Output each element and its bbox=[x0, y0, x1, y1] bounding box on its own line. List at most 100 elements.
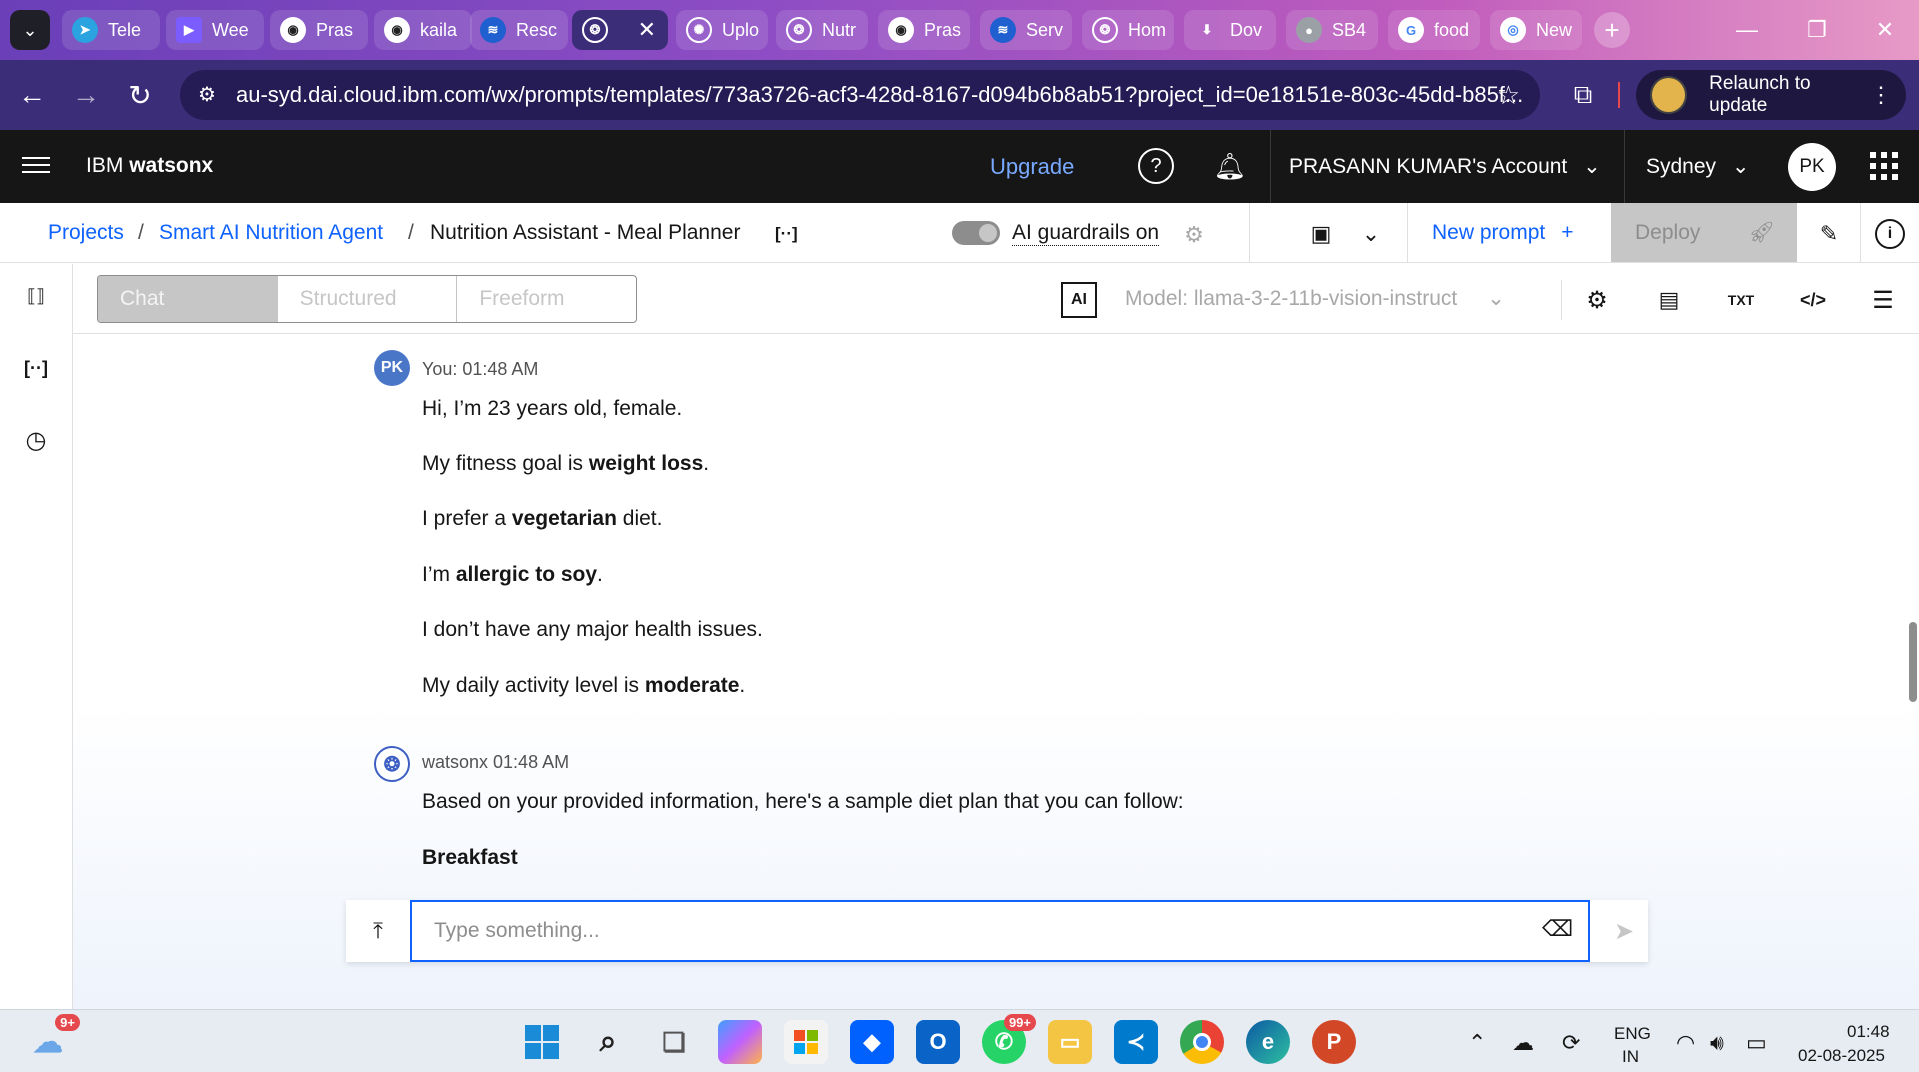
powerpoint-icon[interactable]: P bbox=[1312, 1020, 1356, 1064]
scrollbar-thumb[interactable] bbox=[1909, 622, 1917, 702]
chat-scrollbar[interactable] bbox=[1905, 334, 1919, 894]
edge-icon[interactable]: e bbox=[1246, 1020, 1290, 1064]
code-view-icon[interactable]: </> bbox=[1795, 284, 1831, 316]
guardrails-label[interactable]: AI guardrails on bbox=[1012, 221, 1160, 246]
mode-freeform[interactable]: Freeform bbox=[457, 276, 636, 322]
new-prompt-button[interactable]: New prompt + bbox=[1432, 221, 1573, 245]
tab-search-dropdown[interactable]: ⌄ bbox=[10, 10, 50, 50]
user-avatar[interactable]: PK bbox=[1788, 143, 1836, 191]
browser-tab[interactable]: ❂ Hom bbox=[1082, 10, 1174, 50]
mode-structured[interactable]: Structured bbox=[278, 276, 458, 322]
browser-tab[interactable]: ● SB4 bbox=[1286, 10, 1378, 50]
history-clock-icon[interactable]: ◷ bbox=[20, 424, 52, 456]
vscode-icon[interactable]: ≺ bbox=[1114, 1020, 1158, 1064]
browser-tab[interactable]: ➤ Tele bbox=[62, 10, 160, 50]
info-icon[interactable]: i bbox=[1875, 219, 1905, 249]
guardrails-settings-icon[interactable]: ⚙ bbox=[1180, 221, 1208, 249]
reload-button[interactable]: ↻ bbox=[122, 77, 158, 113]
onedrive-icon[interactable]: ☁ bbox=[1512, 1030, 1534, 1056]
bookmark-star-icon[interactable]: ☆ bbox=[1497, 80, 1520, 111]
site-settings-icon[interactable]: ⚙ bbox=[198, 82, 224, 108]
edit-icon[interactable]: ✎ bbox=[1814, 219, 1844, 249]
chrome-icon[interactable] bbox=[1180, 1020, 1224, 1064]
whatsapp-icon[interactable]: ✆ 99+ bbox=[982, 1014, 1036, 1064]
txt-view-icon[interactable]: TXT bbox=[1723, 284, 1759, 316]
save-icon[interactable]: ▣ bbox=[1306, 219, 1336, 249]
browser-tab[interactable]: ✺ Uplo bbox=[676, 10, 768, 50]
breadcrumb-projects[interactable]: Projects bbox=[48, 221, 124, 245]
breadcrumb-project[interactable]: Smart AI Nutrition Agent bbox=[159, 221, 383, 245]
model-selector[interactable]: Model: llama-3-2-11b-vision-instruct ⌄ bbox=[1125, 286, 1505, 311]
browser-tab-active[interactable]: ❂ ✕ bbox=[572, 10, 668, 50]
outlook-icon[interactable]: O bbox=[916, 1020, 960, 1064]
send-button[interactable]: ➤ bbox=[1600, 900, 1648, 962]
browser-tab[interactable]: ≋ Resc bbox=[470, 10, 568, 50]
search-icon[interactable]: ⌕ bbox=[586, 1020, 630, 1064]
deploy-button[interactable]: Deploy 🚀︎ bbox=[1611, 203, 1797, 262]
forward-button[interactable]: → bbox=[68, 77, 104, 113]
weather-icon[interactable]: ☁ 9+ bbox=[26, 1014, 80, 1064]
browser-tab[interactable]: ◉ Pras bbox=[270, 10, 368, 50]
browser-tab[interactable]: ◎ New bbox=[1490, 10, 1582, 50]
wifi-icon[interactable]: ◠ bbox=[1676, 1030, 1695, 1056]
restore-button[interactable]: ❐ bbox=[1792, 10, 1842, 50]
menu-dots-icon[interactable]: ⋮ bbox=[1870, 82, 1892, 108]
clear-input-icon[interactable]: ⌫ bbox=[1542, 916, 1573, 942]
guardrails-toggle[interactable] bbox=[952, 221, 1000, 245]
show-hidden-icons-chevron[interactable]: ⌃ bbox=[1468, 1030, 1486, 1056]
hamburger-menu-icon[interactable] bbox=[22, 152, 50, 180]
prompt-variables-icon[interactable]: [··] bbox=[20, 352, 52, 384]
prompt-variables-icon[interactable]: [··] bbox=[775, 224, 798, 244]
notification-bell-icon[interactable]: 🔔︎ bbox=[1212, 148, 1248, 184]
address-bar[interactable]: ⚙ au-syd.dai.cloud.ibm.com/wx/prompts/te… bbox=[180, 70, 1540, 120]
user-message-meta: You: 01:48 AM bbox=[422, 359, 539, 379]
app-switcher-icon[interactable] bbox=[1870, 152, 1898, 180]
help-icon[interactable]: ? bbox=[1138, 148, 1174, 184]
breadcrumb-bar: Projects / Smart AI Nutrition Agent / Nu… bbox=[0, 203, 1919, 263]
start-menu-icon[interactable] bbox=[520, 1020, 564, 1064]
back-button[interactable]: ← bbox=[14, 77, 50, 113]
chevron-down-icon[interactable]: ⌄ bbox=[1356, 219, 1386, 249]
account-switcher[interactable]: PRASANN KUMAR's Account ⌄ bbox=[1289, 154, 1601, 179]
browser-tab[interactable]: ⬇ Dov bbox=[1184, 10, 1276, 50]
settings-sliders-icon[interactable]: ☰ bbox=[1867, 284, 1899, 316]
minimize-button[interactable]: — bbox=[1722, 10, 1772, 50]
close-window-button[interactable]: ✕ bbox=[1860, 10, 1910, 50]
browser-tab[interactable]: ◉ Pras bbox=[878, 10, 970, 50]
upload-icon[interactable]: ⤒ bbox=[346, 900, 410, 962]
new-tab-button[interactable]: + bbox=[1594, 12, 1630, 48]
clock-date[interactable]: 02-08-2025 bbox=[1798, 1046, 1885, 1066]
plus-icon: + bbox=[1604, 14, 1620, 45]
browser-tab[interactable]: ❂ Nutr bbox=[776, 10, 868, 50]
volume-icon[interactable]: 🔊︎ bbox=[1710, 1030, 1724, 1056]
dropbox-icon[interactable]: ◆ bbox=[850, 1020, 894, 1064]
documents-icon[interactable]: ▤ bbox=[1653, 284, 1685, 316]
language-indicator[interactable]: ENG bbox=[1614, 1024, 1651, 1044]
brand-title[interactable]: IBM watsonx bbox=[86, 154, 213, 178]
task-view-icon[interactable]: ❏ bbox=[652, 1020, 696, 1064]
file-explorer-icon[interactable]: ▭ bbox=[1048, 1020, 1092, 1064]
battery-icon[interactable]: ▭ bbox=[1746, 1030, 1767, 1056]
browser-tab[interactable]: ≋ Serv bbox=[980, 10, 1072, 50]
openai-icon: ✺ bbox=[686, 17, 712, 43]
extensions-icon[interactable]: ⧉ bbox=[1566, 78, 1600, 112]
copilot-icon[interactable] bbox=[718, 1020, 762, 1064]
model-parameters-icon[interactable]: ⚙ bbox=[1581, 284, 1613, 316]
user-message-line: I don’t have any major health issues. bbox=[422, 618, 763, 641]
toggle-panel-icon[interactable]: ⟦⟧ bbox=[20, 280, 52, 312]
browser-tab[interactable]: ▶ Wee bbox=[166, 10, 264, 50]
upgrade-link[interactable]: Upgrade bbox=[990, 154, 1074, 180]
user-message-line: I’m allergic to soy. bbox=[422, 563, 603, 586]
user-message-line: My daily activity level is moderate. bbox=[422, 674, 746, 697]
relaunch-button[interactable]: Relaunch to update ⋮ bbox=[1636, 70, 1906, 120]
clock-time[interactable]: 01:48 bbox=[1847, 1022, 1890, 1042]
sync-icon[interactable]: ⟳ bbox=[1562, 1030, 1580, 1056]
region-switcher[interactable]: Sydney ⌄ bbox=[1646, 154, 1750, 179]
close-tab-icon[interactable]: ✕ bbox=[638, 17, 656, 43]
chat-input[interactable] bbox=[410, 900, 1590, 962]
mode-chat[interactable]: Chat bbox=[98, 276, 278, 322]
store-icon[interactable] bbox=[784, 1020, 828, 1064]
browser-tab[interactable]: Gfood bbox=[1388, 10, 1480, 50]
profile-avatar[interactable] bbox=[1650, 76, 1688, 114]
browser-tab[interactable]: ◉ kaila bbox=[374, 10, 472, 50]
